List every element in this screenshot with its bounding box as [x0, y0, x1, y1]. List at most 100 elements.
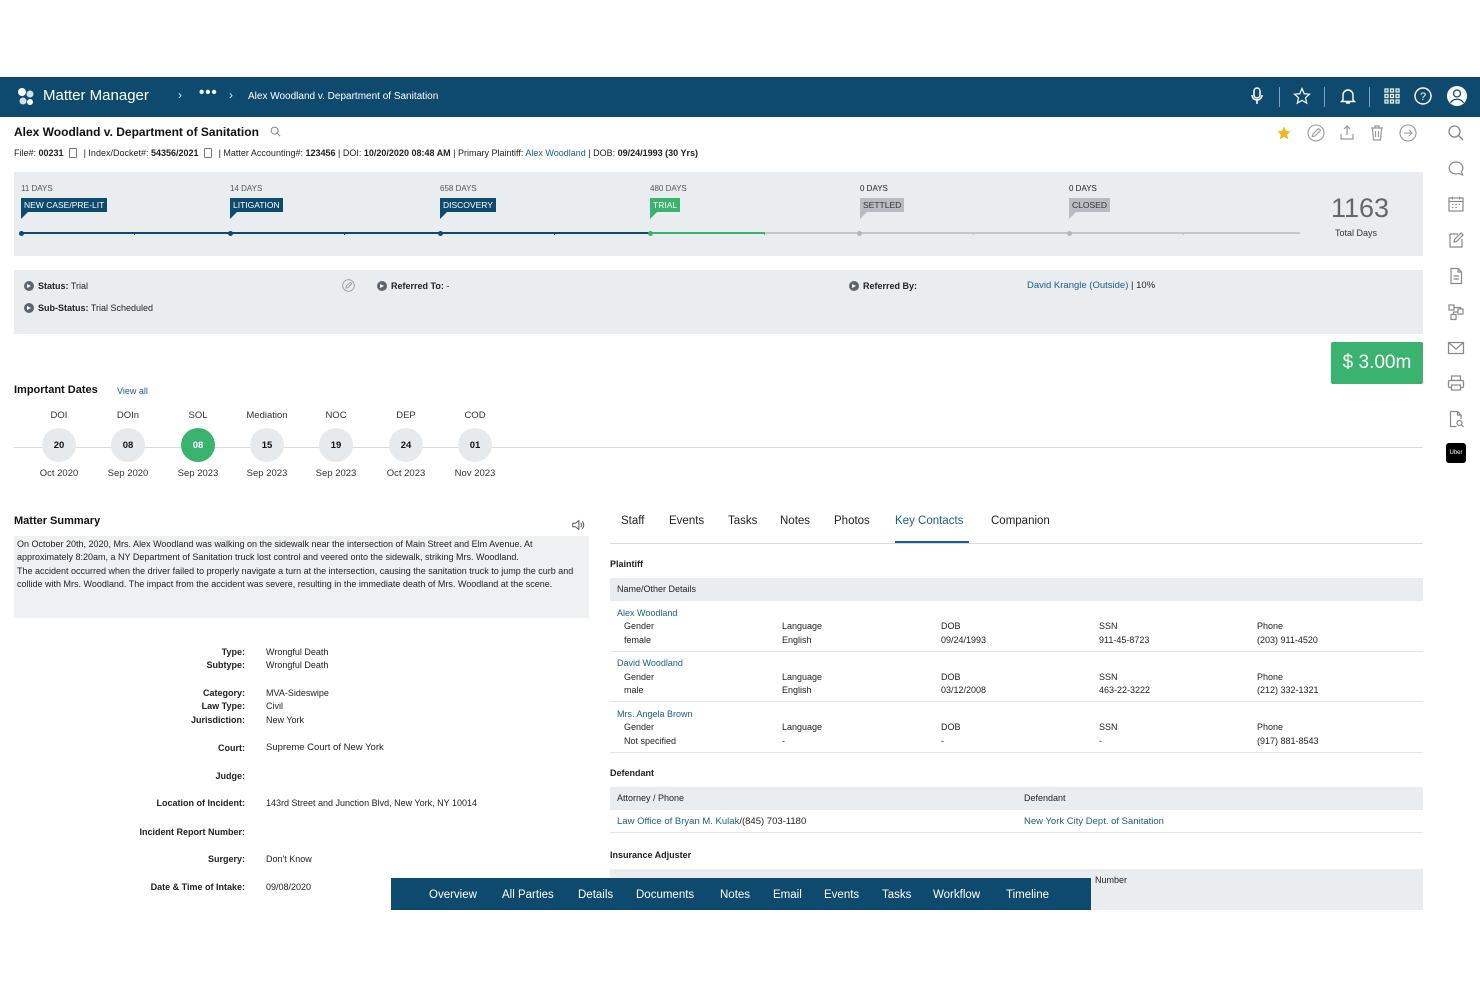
microphone-icon[interactable] — [1246, 85, 1268, 107]
nav-details[interactable]: Details — [578, 889, 613, 901]
referred-by-link[interactable]: David Krangle (Outside) — [1027, 280, 1128, 291]
primary-plaintiff-link[interactable]: Alex Woodland — [525, 148, 585, 158]
stage-progress-panel: 11 DAYS NEW CASE/PRE-LIT 14 DAYS LITIGAT… — [14, 172, 1423, 256]
search-icon[interactable] — [1447, 124, 1465, 142]
tab-events[interactable]: Events — [669, 515, 704, 527]
mail-icon[interactable] — [1447, 339, 1465, 357]
printer-icon[interactable] — [1447, 374, 1465, 392]
tab-tasks[interactable]: Tasks — [728, 515, 757, 527]
field-label: Phone — [1257, 672, 1284, 682]
trash-icon[interactable] — [1368, 124, 1386, 142]
nav-timeline[interactable]: Timeline — [1006, 889, 1049, 901]
field-value: English — [782, 635, 812, 645]
date-item-cod[interactable]: COD 01 Nov 2023 — [440, 410, 510, 479]
document-icon[interactable] — [1447, 267, 1465, 285]
date-item-mediation[interactable]: Mediation 15 Sep 2023 — [232, 410, 302, 479]
nav-notes[interactable]: Notes — [720, 889, 750, 901]
plaintiff-name-link[interactable]: David Woodland — [617, 658, 683, 668]
date-day-circle[interactable]: 08 — [111, 428, 145, 462]
stage-tag-settled[interactable]: SETTLED — [860, 198, 905, 219]
nav-events[interactable]: Events — [824, 889, 859, 901]
status-line: Status: Trial — [24, 281, 88, 291]
detail-value-court-link[interactable]: Supreme Court of New York — [266, 742, 384, 753]
speaker-icon[interactable] — [571, 518, 585, 532]
stage-dot — [857, 231, 862, 236]
date-item-noc[interactable]: NOC 19 Sep 2023 — [301, 410, 371, 479]
arrow-circle-icon — [24, 303, 34, 313]
workflow-icon[interactable] — [1447, 303, 1465, 321]
referred-to-line: Referred To: - — [377, 281, 449, 291]
case-value-badge[interactable]: $ 3.00m — [1331, 342, 1423, 384]
date-item-dep[interactable]: DEP 24 Oct 2023 — [371, 410, 441, 479]
nav-all-parties[interactable]: All Parties — [502, 889, 554, 901]
star-icon[interactable] — [1291, 85, 1313, 107]
date-day-circle[interactable]: 08 — [181, 428, 215, 462]
plaintiff-name-link[interactable]: Alex Woodland — [617, 608, 677, 618]
substatus-value: Trial Scheduled — [90, 303, 154, 313]
uber-app-icon[interactable]: Uber — [1446, 443, 1466, 463]
tab-notes[interactable]: Notes — [780, 515, 810, 527]
plaintiff-heading: Plaintiff — [610, 559, 643, 569]
tab-staff[interactable]: Staff — [621, 515, 644, 527]
stage-tag-litigation[interactable]: LITIGATION — [230, 198, 283, 219]
field-label: DOB — [941, 722, 961, 732]
date-item-doi[interactable]: DOI 20 Oct 2020 — [24, 410, 94, 479]
row-divider — [610, 752, 1423, 753]
nav-overview[interactable]: Overview — [429, 889, 477, 901]
defendant-link[interactable]: New York City Dept. of Sanitation — [1024, 816, 1164, 827]
field-label: Language — [782, 672, 823, 682]
transfer-icon[interactable] — [1399, 124, 1417, 142]
row-divider — [610, 832, 1423, 833]
date-day-circle[interactable]: 19 — [319, 428, 353, 462]
breadcrumb-current[interactable]: Alex Woodland v. Department of Sanitatio… — [248, 91, 438, 102]
edit-status-icon[interactable] — [342, 279, 355, 292]
stage-tag-closed[interactable]: CLOSED — [1069, 198, 1110, 219]
tab-key-contacts[interactable]: Key Contacts — [895, 515, 963, 527]
breadcrumb-more-button[interactable]: ••• — [199, 84, 218, 101]
attorney-link[interactable]: Law Office of Bryan M. Kulak — [617, 816, 739, 827]
apps-grid-icon[interactable] — [1381, 85, 1403, 107]
calendar-icon[interactable] — [1447, 195, 1465, 213]
referred-to-label: Referred To: — [391, 281, 444, 291]
nav-documents[interactable]: Documents — [636, 889, 694, 901]
field-value: English — [782, 685, 812, 695]
date-day-circle[interactable]: 24 — [389, 428, 423, 462]
app-name[interactable]: Matter Manager — [43, 87, 149, 104]
stage-days: 480 DAYS — [650, 184, 687, 193]
stage-days: 0 DAYS — [860, 184, 888, 193]
print-upload-icon[interactable] — [1338, 124, 1356, 142]
status-label: Status: — [38, 281, 69, 291]
date-item-sol[interactable]: SOL 08 Sep 2023 — [163, 410, 233, 479]
date-item-doin[interactable]: DOIn 08 Sep 2020 — [93, 410, 163, 479]
date-day-circle[interactable]: 15 — [250, 428, 284, 462]
bell-icon[interactable] — [1337, 85, 1359, 107]
view-all-link[interactable]: View all — [117, 386, 148, 396]
search-icon[interactable] — [270, 126, 281, 137]
stage-tag-new-case[interactable]: NEW CASE/PRE-LIT — [21, 198, 108, 219]
progress-track-done — [21, 232, 650, 234]
nav-email[interactable]: Email — [773, 889, 802, 901]
copy-icon[interactable] — [69, 148, 78, 158]
stage-tag-trial[interactable]: TRIAL — [650, 198, 681, 219]
stage-dot — [19, 231, 24, 236]
plaintiff-name-link[interactable]: Mrs. Angela Brown — [617, 709, 693, 719]
total-days-value: 1163 — [1331, 193, 1390, 223]
document-search-icon[interactable] — [1447, 410, 1465, 428]
tab-photos[interactable]: Photos — [834, 515, 870, 527]
date-day-circle[interactable]: 20 — [42, 428, 76, 462]
chat-icon[interactable] — [1447, 160, 1465, 178]
help-icon[interactable]: ? — [1412, 85, 1434, 107]
divider — [1279, 87, 1280, 107]
note-edit-icon[interactable] — [1447, 231, 1465, 249]
nav-tasks[interactable]: Tasks — [882, 889, 911, 901]
date-day-circle[interactable]: 01 — [458, 428, 492, 462]
edit-icon[interactable] — [1307, 124, 1325, 142]
favorite-star-icon[interactable] — [1276, 125, 1292, 141]
nav-workflow[interactable]: Workflow — [933, 889, 980, 901]
track-tick — [973, 232, 974, 235]
tab-companion[interactable]: Companion — [991, 515, 1050, 527]
user-avatar-icon[interactable] — [1446, 85, 1468, 107]
app-logo-icon[interactable] — [14, 85, 38, 109]
copy-icon[interactable] — [204, 148, 213, 158]
stage-tag-discovery[interactable]: DISCOVERY — [440, 198, 496, 219]
